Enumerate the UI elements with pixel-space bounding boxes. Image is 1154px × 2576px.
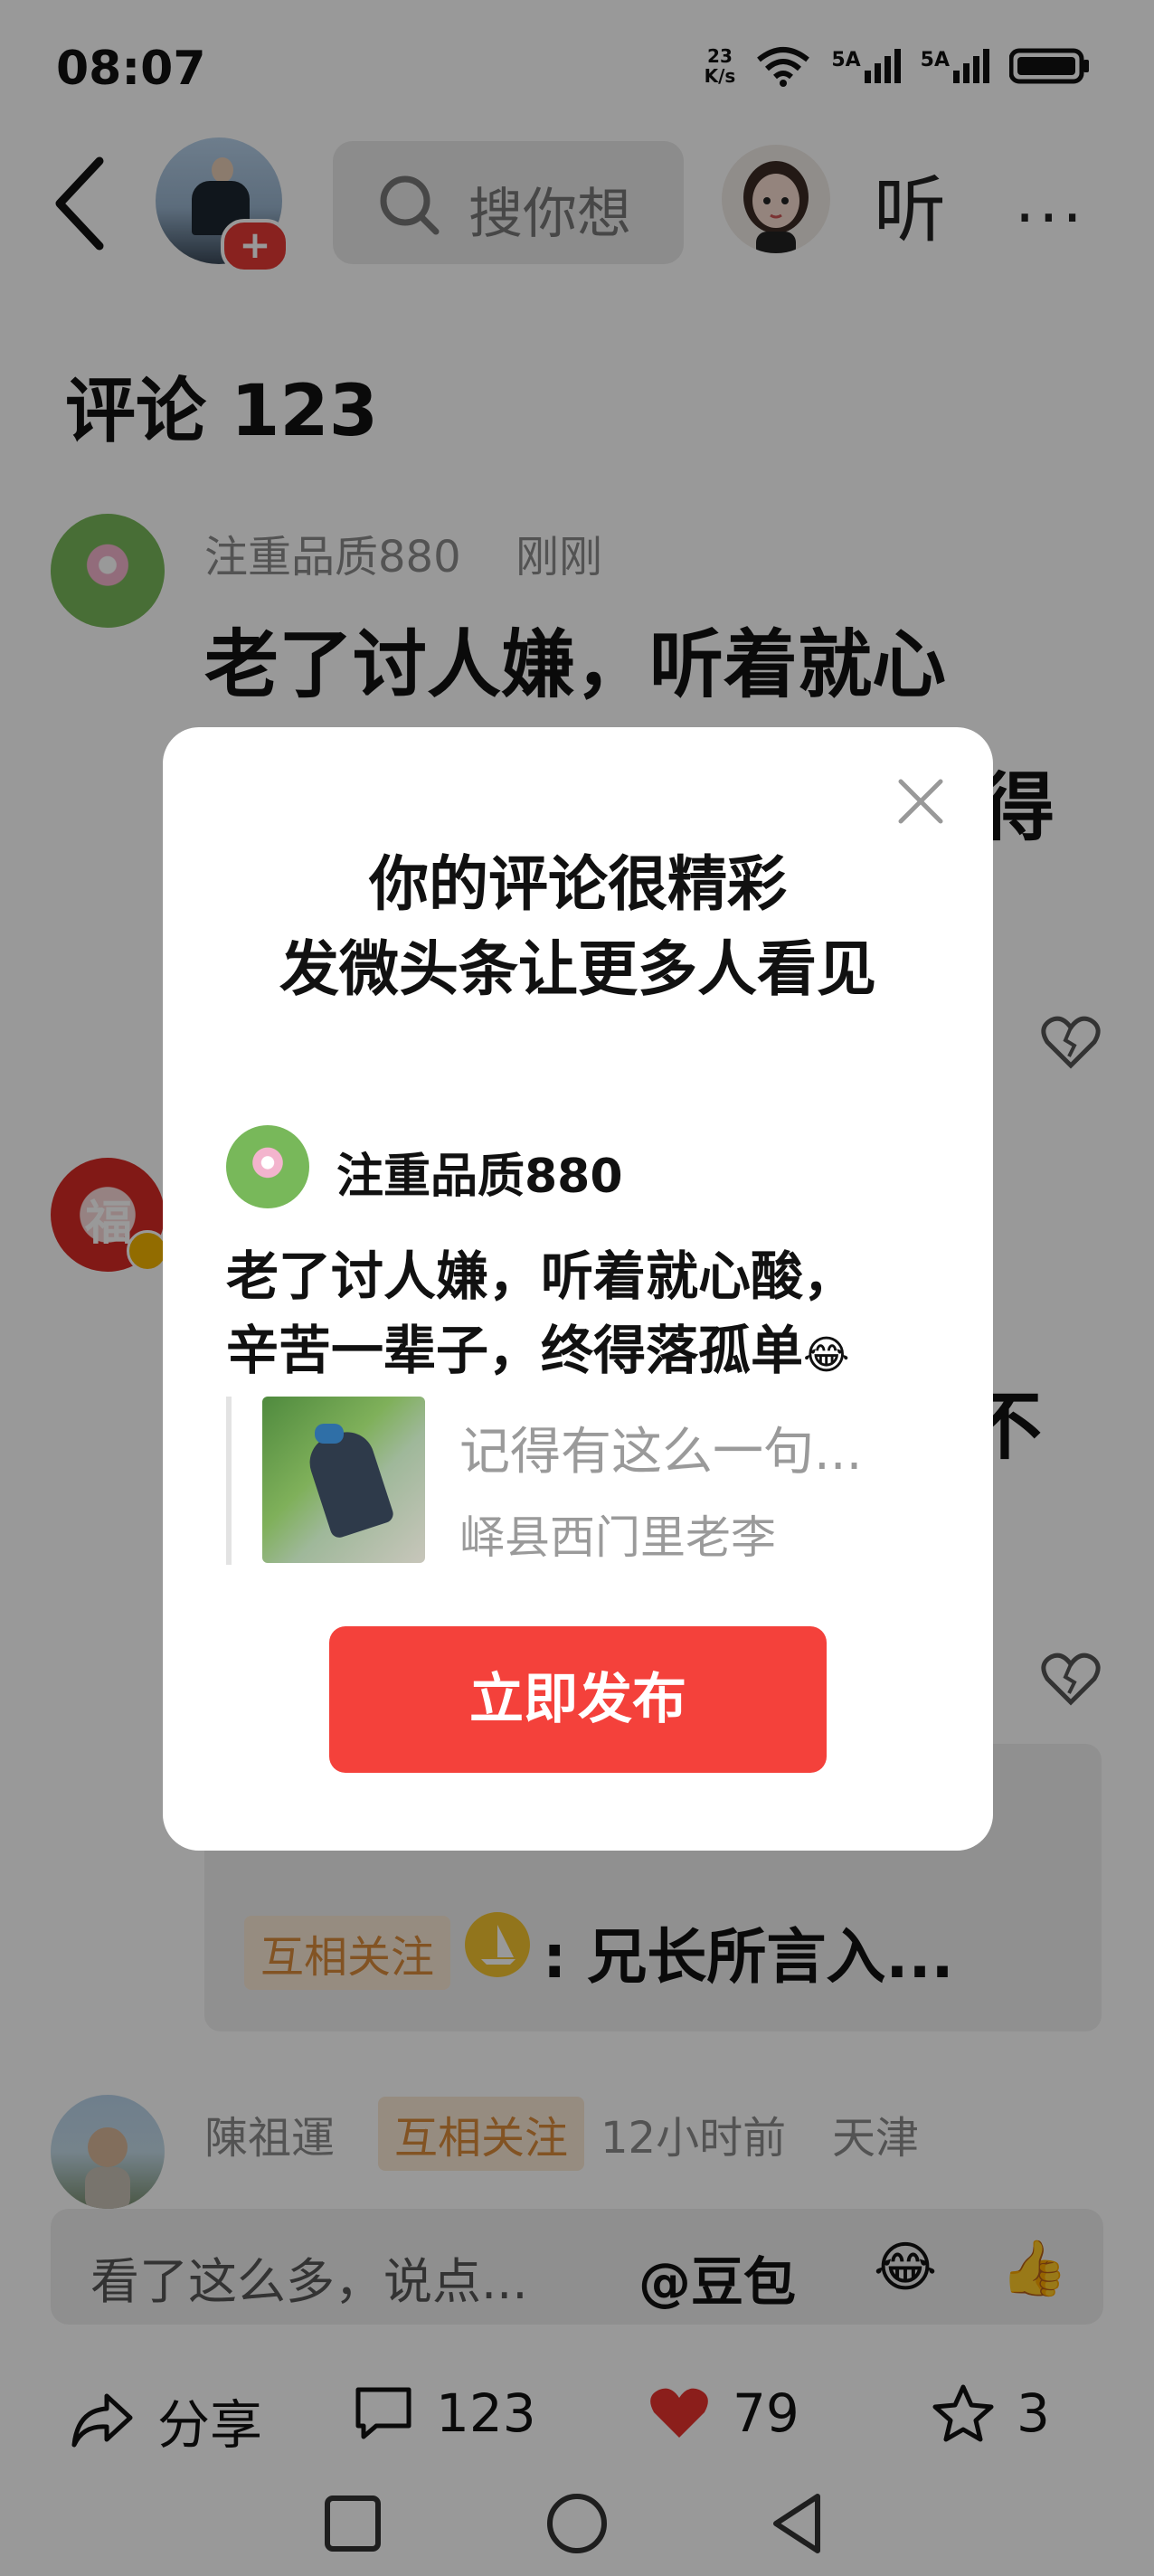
dialog-user-avatar: [226, 1125, 309, 1208]
quoted-article: 记得有这么一句... 峄县西门里老李: [226, 1397, 937, 1565]
quoted-article-author: 峄县西门里老李: [459, 1511, 776, 1564]
promote-comment-dialog: 你的评论很精彩 发微头条让更多人看见 注重品质880 老了讨人嫌，听着就心酸， …: [163, 727, 993, 1851]
publish-now-button[interactable]: 立即发布: [329, 1626, 827, 1773]
dialog-username: 注重品质880: [336, 1150, 623, 1204]
quoted-article-title: 记得有这么一句...: [459, 1423, 863, 1482]
dialog-title-line2: 发微头条让更多人看见: [279, 934, 876, 1004]
screen: 08:07 23 K/s 5A 5A + 搜你想 听 ··· 评论 123 注重…: [0, 0, 1154, 2576]
dialog-title-line1: 你的评论很精彩: [369, 849, 787, 919]
dialog-comment-line2: 辛苦一辈子，终得落孤单😂: [226, 1320, 850, 1381]
dialog-comment-line1: 老了讨人嫌，听着就心酸，: [226, 1245, 856, 1307]
laugh-emoji-icon: 😂: [803, 1332, 850, 1378]
close-icon[interactable]: [895, 776, 946, 827]
article-thumbnail: [262, 1397, 425, 1563]
